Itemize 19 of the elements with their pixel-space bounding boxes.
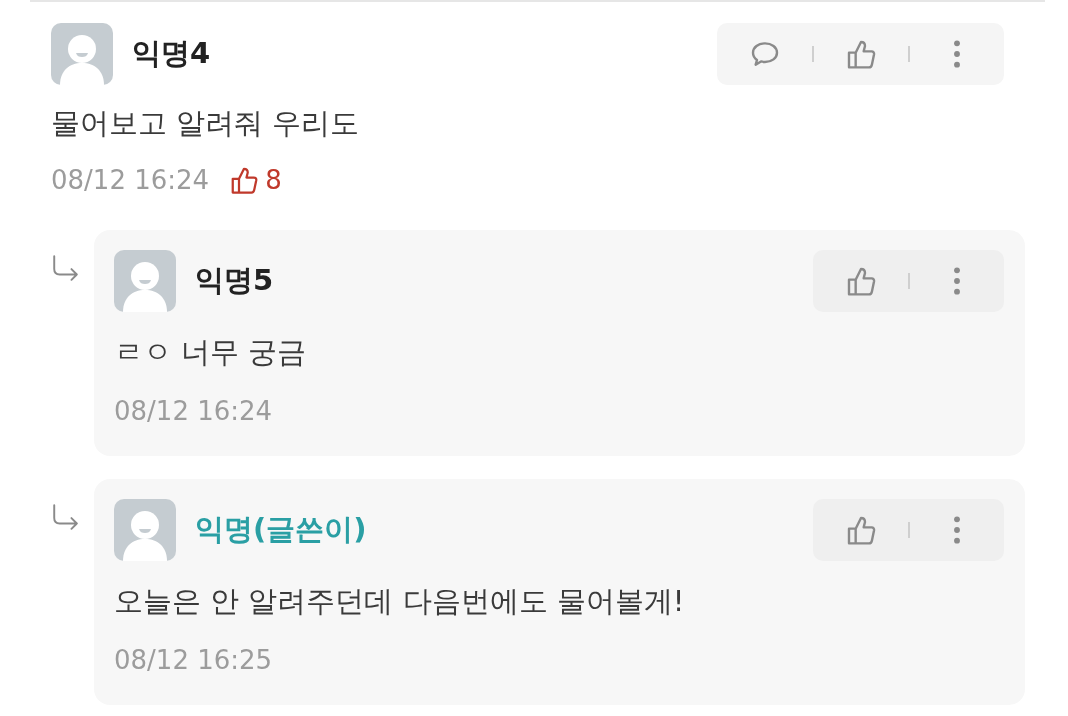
thumbs-up-icon <box>229 165 260 195</box>
timestamp: 08/12 16:24 <box>51 165 210 195</box>
reply-arrow-icon <box>51 503 79 531</box>
author-name: 익명(글쓴이) <box>195 511 368 548</box>
comment-text: 오늘은 안 알려주던데 다음번에도 물어볼게! <box>114 583 686 620</box>
avatar-icon <box>114 250 176 312</box>
like-count: 8 <box>265 165 282 195</box>
comment-text: 물어보고 알려줘 우리도 <box>51 105 361 142</box>
thumbs-up-icon[interactable] <box>845 38 877 70</box>
avatar-icon <box>114 499 176 561</box>
timestamp: 08/12 16:24 <box>114 396 273 426</box>
comment-text: ㄹㅇ 너무 궁금 <box>114 334 308 371</box>
reply-arrow-icon <box>51 254 79 282</box>
author-name: 익명5 <box>195 262 275 299</box>
avatar-icon <box>51 23 113 85</box>
timestamp: 08/12 16:25 <box>114 645 273 675</box>
author-name: 익명4 <box>132 35 212 72</box>
thumbs-up-icon[interactable] <box>845 265 877 297</box>
thumbs-up-icon[interactable] <box>845 514 877 546</box>
